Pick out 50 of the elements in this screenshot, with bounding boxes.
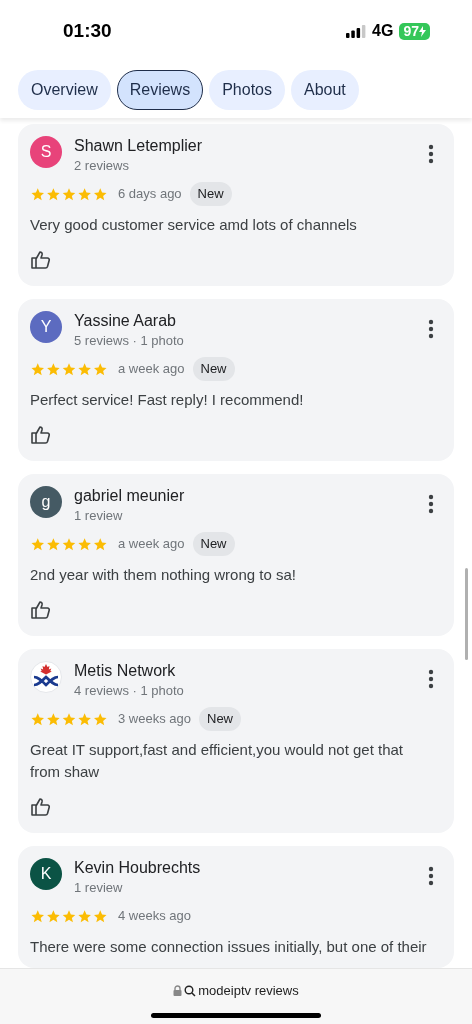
logo-icon: [30, 661, 62, 693]
address-bar[interactable]: modeiptv reviews: [173, 981, 299, 1001]
reviewer-meta: 1 review: [74, 507, 124, 525]
lock-icon: [173, 985, 183, 997]
address-text: modeiptv reviews: [198, 982, 299, 1000]
more-options-icon[interactable]: [428, 144, 434, 164]
tab[interactable]: Overview: [18, 70, 111, 110]
thumbs-up-icon[interactable]: [30, 250, 52, 270]
reviewer-name[interactable]: Metis Network: [74, 661, 428, 681]
review-text: 2nd year with them nothing wrong to sa!: [30, 565, 297, 585]
new-tag: New: [192, 532, 235, 556]
review-date: a week ago: [118, 535, 185, 554]
thumbs-up-icon[interactable]: [30, 600, 52, 620]
tab[interactable]: Photos: [209, 70, 285, 110]
more-options-icon[interactable]: [428, 319, 434, 339]
reviewer-meta: 1 review: [74, 879, 124, 897]
battery-indicator: 97: [399, 22, 430, 40]
review-date: 4 weeks ago: [118, 907, 191, 926]
review-text: There were some connection issues initially, but one of their: [30, 937, 428, 957]
new-tag: New: [199, 707, 241, 731]
review-text: Perfect service! Fast reply! I recommend!: [30, 390, 305, 410]
avatar: g: [30, 486, 62, 518]
avatar: S: [30, 136, 62, 168]
review-date: a week ago: [118, 360, 185, 379]
status-time: 01:30: [63, 18, 112, 43]
reviewer-meta: 5 reviews · 1 photo: [74, 332, 185, 350]
reviewer-name[interactable]: Yassine Aarab: [74, 311, 428, 331]
new-tag: New: [192, 357, 235, 381]
reviewer-name[interactable]: Kevin Houbrechts: [74, 858, 428, 878]
review-date: 3 weeks ago: [118, 710, 191, 729]
avatar: Y: [30, 311, 62, 343]
review-text: Great IT support,fast and efficient,you would not get that from shaw: [30, 740, 404, 782]
new-tag: New: [189, 182, 232, 206]
thumbs-up-icon[interactable]: [30, 797, 52, 817]
more-options-icon[interactable]: [428, 494, 434, 514]
review-text: Very good customer service amd lots of channels: [30, 215, 358, 235]
avatar: K: [30, 858, 62, 890]
reviewer-meta: 2 reviews: [74, 157, 130, 175]
reviewer-name[interactable]: Shawn Letemplier: [74, 136, 428, 156]
reviewer-name[interactable]: gabriel meunier: [74, 486, 428, 506]
search-icon: [184, 984, 197, 997]
reviewer-meta: 4 reviews · 1 photo: [74, 682, 185, 700]
tab[interactable]: Reviews: [116, 70, 204, 110]
thumbs-up-icon[interactable]: [30, 425, 52, 445]
signal-icon: [346, 24, 367, 38]
more-options-icon[interactable]: [428, 669, 434, 689]
network-label: 4G: [372, 21, 394, 41]
tab[interactable]: About: [290, 70, 359, 110]
review-date: 6 days ago: [118, 185, 182, 204]
more-options-icon[interactable]: [428, 866, 434, 886]
